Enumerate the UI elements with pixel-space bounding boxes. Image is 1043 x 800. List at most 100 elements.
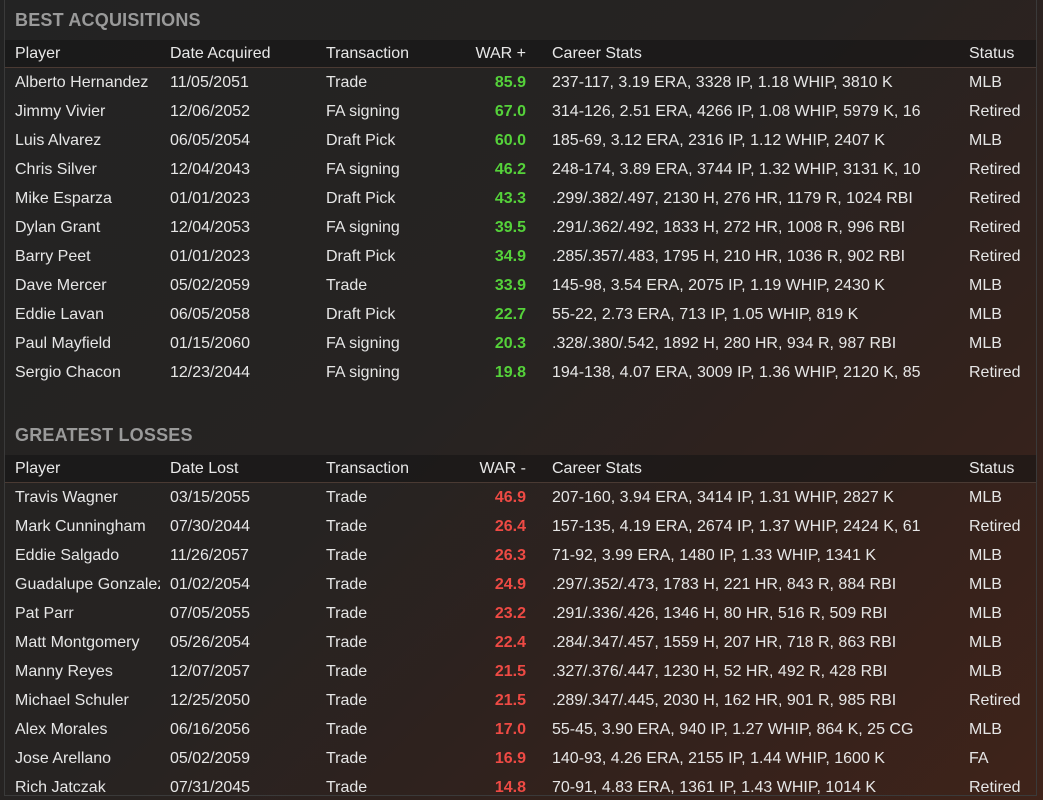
date-cell: 12/23/2044 (170, 363, 251, 381)
transaction-cell: Draft Pick (326, 247, 396, 265)
player-name[interactable]: Sergio Chacon (15, 358, 160, 387)
player-name[interactable]: Mike Esparza (15, 184, 160, 213)
war-value: 43.3 (494, 189, 526, 207)
transaction-cell: Trade (326, 749, 368, 767)
transaction-cell: Trade (326, 73, 368, 91)
table-row[interactable]: Sergio Chacon 12/23/2044 FA signing 19.8 194… (5, 358, 1036, 387)
table-row[interactable]: Paul Mayfield 01/15/2060 FA signing 20.3 .32… (5, 329, 1036, 358)
table-row[interactable]: Matt Montgomery 05/26/2054 Trade 22.4 .284/.… (5, 628, 1036, 657)
player-name[interactable]: Alberto Hernandez (15, 68, 160, 97)
table-row[interactable]: Travis Wagner 03/15/2055 Trade 46.9 207-160,… (5, 483, 1036, 512)
loss-header-status[interactable]: Status (969, 455, 1035, 482)
acq-header-stats[interactable]: Career Stats (552, 40, 964, 67)
war-value: 17.0 (494, 720, 526, 738)
player-name[interactable]: Guadalupe Gonzalez (15, 570, 160, 599)
acq-header-war[interactable]: WAR + (466, 40, 526, 67)
table-row[interactable]: Chris Silver 12/04/2043 FA signing 46.2 248-… (5, 155, 1036, 184)
player-name[interactable]: Chris Silver (15, 155, 160, 184)
acq-header-status[interactable]: Status (969, 40, 1035, 67)
table-row[interactable]: Luis Alvarez 06/05/2054 Draft Pick 60.0 185-… (5, 126, 1036, 155)
date-cell: 05/26/2054 (170, 633, 251, 651)
career-stats-cell: 71-92, 3.99 ERA, 1480 IP, 1.33 WHIP, 134… (552, 546, 877, 564)
war-value: 60.0 (494, 131, 526, 149)
table-row[interactable]: Mike Esparza 01/01/2023 Draft Pick 43.3 .299… (5, 184, 1036, 213)
table-row[interactable]: Guadalupe Gonzalez 01/02/2054 Trade 24.9 .29… (5, 570, 1036, 599)
status-cell: Retired (969, 189, 1021, 207)
date-cell: 12/04/2053 (170, 218, 251, 236)
table-row[interactable]: Dylan Grant 12/04/2053 FA signing 39.5 .291/… (5, 213, 1036, 242)
player-name[interactable]: Matt Montgomery (15, 628, 160, 657)
transaction-cell: Trade (326, 662, 368, 680)
loss-header-date[interactable]: Date Lost (170, 455, 320, 482)
date-cell: 12/04/2043 (170, 160, 251, 178)
table-row[interactable]: Barry Peet 01/01/2023 Draft Pick 34.9 .285/.… (5, 242, 1036, 271)
table-row[interactable]: Manny Reyes 12/07/2057 Trade 21.5 .327/.376/… (5, 657, 1036, 686)
table-row[interactable]: Pat Parr 07/05/2055 Trade 23.2 .291/.336/.42… (5, 599, 1036, 628)
player-name[interactable]: Rich Jatczak (15, 773, 160, 796)
table-row[interactable]: Jose Arellano 05/02/2059 Trade 16.9 140-93, … (5, 744, 1036, 773)
status-cell: MLB (969, 334, 1002, 352)
player-name[interactable]: Dave Mercer (15, 271, 160, 300)
player-name[interactable]: Barry Peet (15, 242, 160, 271)
player-name[interactable]: Mark Cunningham (15, 512, 160, 541)
transaction-cell: Draft Pick (326, 189, 396, 207)
status-cell: MLB (969, 633, 1002, 651)
career-stats-cell: .327/.376/.447, 1230 H, 52 HR, 492 R, 42… (552, 662, 888, 680)
table-row[interactable]: Dave Mercer 05/02/2059 Trade 33.9 145-98, 3.… (5, 271, 1036, 300)
career-stats-cell: 237-117, 3.19 ERA, 3328 IP, 1.18 WHIP, 3… (552, 73, 893, 91)
transaction-cell: Trade (326, 546, 368, 564)
player-name[interactable]: Jose Arellano (15, 744, 160, 773)
table-row[interactable]: Mark Cunningham 07/30/2044 Trade 26.4 157-13… (5, 512, 1036, 541)
player-name[interactable]: Jimmy Vivier (15, 97, 160, 126)
date-cell: 07/30/2044 (170, 517, 251, 535)
date-cell: 07/31/2045 (170, 778, 251, 796)
career-stats-cell: .299/.382/.497, 2130 H, 276 HR, 1179 R, … (552, 189, 913, 207)
career-stats-cell: .291/.336/.426, 1346 H, 80 HR, 516 R, 50… (552, 604, 888, 622)
player-name[interactable]: Travis Wagner (15, 483, 160, 512)
table-row[interactable]: Eddie Lavan 06/05/2058 Draft Pick 22.7 55-22… (5, 300, 1036, 329)
player-name[interactable]: Pat Parr (15, 599, 160, 628)
status-cell: FA (969, 749, 989, 767)
transaction-cell: Trade (326, 691, 368, 709)
table-row[interactable]: Eddie Salgado 11/26/2057 Trade 26.3 71-92, 3… (5, 541, 1036, 570)
date-cell: 01/01/2023 (170, 189, 251, 207)
loss-header-war[interactable]: WAR - (466, 455, 526, 482)
player-name[interactable]: Luis Alvarez (15, 126, 160, 155)
player-name[interactable]: Michael Schuler (15, 686, 160, 715)
acq-header-player[interactable]: Player (15, 40, 160, 67)
date-cell: 01/02/2054 (170, 575, 251, 593)
loss-header-stats[interactable]: Career Stats (552, 455, 964, 482)
career-stats-cell: .289/.347/.445, 2030 H, 162 HR, 901 R, 9… (552, 691, 897, 709)
acq-header-transaction[interactable]: Transaction (326, 40, 466, 67)
acq-header-date[interactable]: Date Acquired (170, 40, 320, 67)
player-name[interactable]: Paul Mayfield (15, 329, 160, 358)
player-name[interactable]: Dylan Grant (15, 213, 160, 242)
date-cell: 06/05/2054 (170, 131, 251, 149)
transaction-cell: FA signing (326, 160, 400, 178)
transaction-cell: Trade (326, 575, 368, 593)
status-cell: Retired (969, 247, 1021, 265)
transaction-cell: Trade (326, 488, 368, 506)
career-stats-cell: 157-135, 4.19 ERA, 2674 IP, 1.37 WHIP, 2… (552, 517, 921, 535)
table-row[interactable]: Alex Morales 06/16/2056 Trade 17.0 55-45, 3.… (5, 715, 1036, 744)
player-name[interactable]: Eddie Salgado (15, 541, 160, 570)
status-cell: MLB (969, 131, 1002, 149)
player-name[interactable]: Eddie Lavan (15, 300, 160, 329)
table-row[interactable]: Michael Schuler 12/25/2050 Trade 21.5 .289/.… (5, 686, 1036, 715)
player-name[interactable]: Alex Morales (15, 715, 160, 744)
loss-header-transaction[interactable]: Transaction (326, 455, 466, 482)
loss-header-player[interactable]: Player (15, 455, 160, 482)
career-stats-cell: 248-174, 3.89 ERA, 3744 IP, 1.32 WHIP, 3… (552, 160, 921, 178)
war-value: 21.5 (494, 662, 526, 680)
status-cell: MLB (969, 73, 1002, 91)
player-name[interactable]: Manny Reyes (15, 657, 160, 686)
table-row[interactable]: Alberto Hernandez 11/05/2051 Trade 85.9 237-… (5, 68, 1036, 97)
status-cell: MLB (969, 305, 1002, 323)
table-row[interactable]: Jimmy Vivier 12/06/2052 FA signing 67.0 314-… (5, 97, 1036, 126)
table-row[interactable]: Rich Jatczak 07/31/2045 Trade 14.8 70-91, 4.… (5, 773, 1036, 796)
war-value: 26.3 (494, 546, 526, 564)
status-cell: MLB (969, 488, 1002, 506)
date-cell: 01/01/2023 (170, 247, 251, 265)
war-value: 33.9 (494, 276, 526, 294)
career-stats-cell: .285/.357/.483, 1795 H, 210 HR, 1036 R, … (552, 247, 906, 265)
